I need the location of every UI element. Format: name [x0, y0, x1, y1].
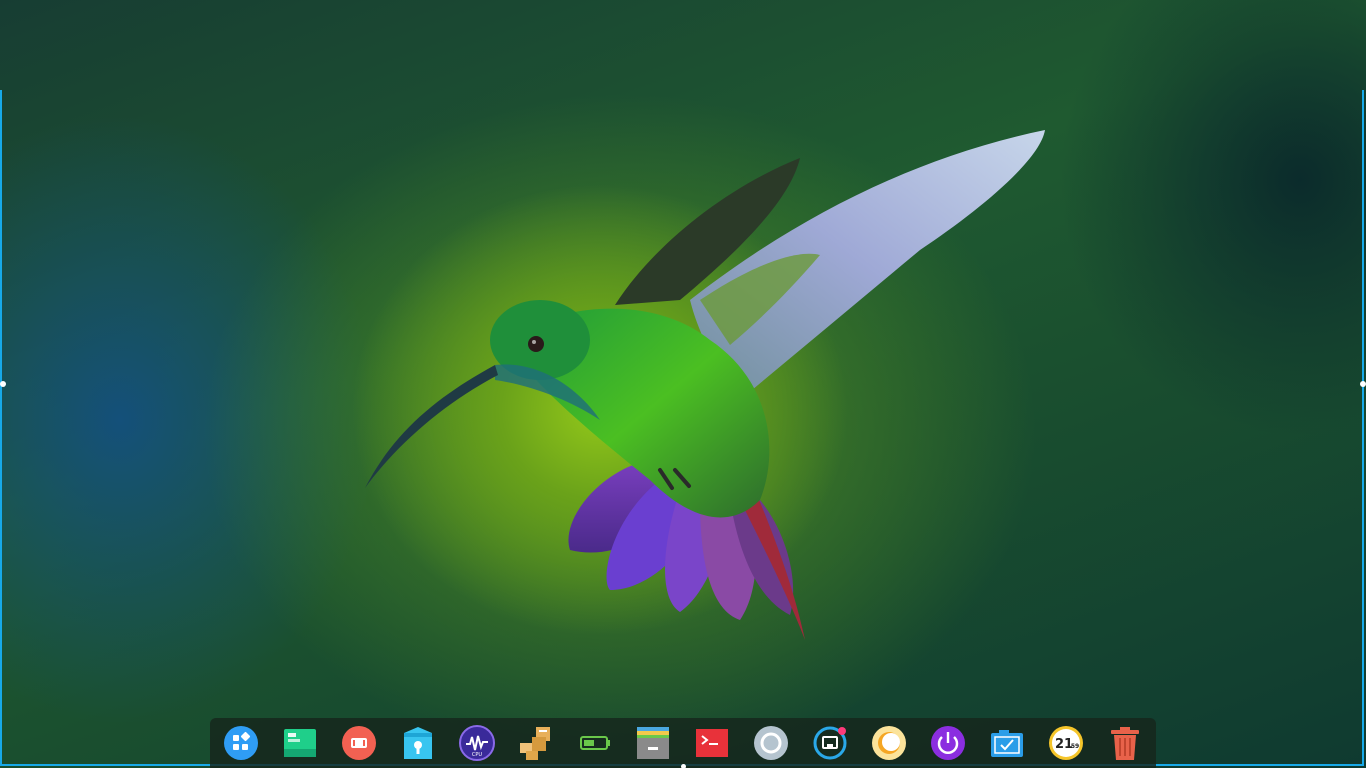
multitasking-view-icon: [283, 729, 316, 757]
night-mode-icon: [872, 726, 907, 760]
launcher-icon: [224, 726, 258, 760]
dock-item-control-center[interactable]: [752, 724, 790, 762]
cpu-label: CPU: [472, 752, 483, 758]
screen-recorder-icon: [341, 726, 376, 760]
dock-item-multitasking-view[interactable]: [281, 724, 319, 762]
file-manager-icon: [637, 727, 670, 759]
screenshot-icon: [990, 730, 1023, 757]
desktop[interactable]: CPU 21 59: [0, 0, 1366, 768]
terminal-icon: [696, 729, 729, 757]
control-center-icon: [754, 726, 789, 760]
active-app-indicator: [681, 764, 686, 768]
dock-item-screenshot[interactable]: [988, 724, 1026, 762]
power-icon: [931, 726, 966, 760]
dock-item-network[interactable]: [811, 724, 849, 762]
dock-item-package-manager[interactable]: [517, 724, 555, 762]
package-manager-icon: [519, 727, 550, 760]
dock-item-clock[interactable]: 21 59: [1047, 724, 1085, 762]
dock-item-screen-recorder[interactable]: [340, 724, 378, 762]
dock-item-trash[interactable]: [1106, 724, 1144, 762]
dock-item-launcher[interactable]: [222, 724, 260, 762]
dock-item-terminal[interactable]: [693, 724, 731, 762]
dock-item-system-monitor[interactable]: CPU: [458, 724, 496, 762]
dock-item-power[interactable]: [929, 724, 967, 762]
clock-minute: 59: [1071, 743, 1079, 750]
dock-item-file-manager[interactable]: [634, 724, 672, 762]
system-monitor-icon: CPU: [458, 725, 495, 761]
dock-item-file-vault[interactable]: [399, 724, 437, 762]
network-icon: [813, 726, 847, 760]
battery-icon: [579, 736, 610, 750]
trash-icon: [1110, 727, 1139, 760]
dock-item-battery[interactable]: [576, 724, 614, 762]
selection-handle-left[interactable]: [0, 381, 6, 387]
hummingbird-wallpaper-image: [365, 130, 1045, 640]
clock-icon: 21 59: [1048, 726, 1083, 760]
dock-item-night-mode[interactable]: [870, 724, 908, 762]
selection-handle-right[interactable]: [1360, 381, 1366, 387]
file-vault-icon: [403, 727, 432, 759]
dock: CPU 21 59: [210, 718, 1156, 768]
